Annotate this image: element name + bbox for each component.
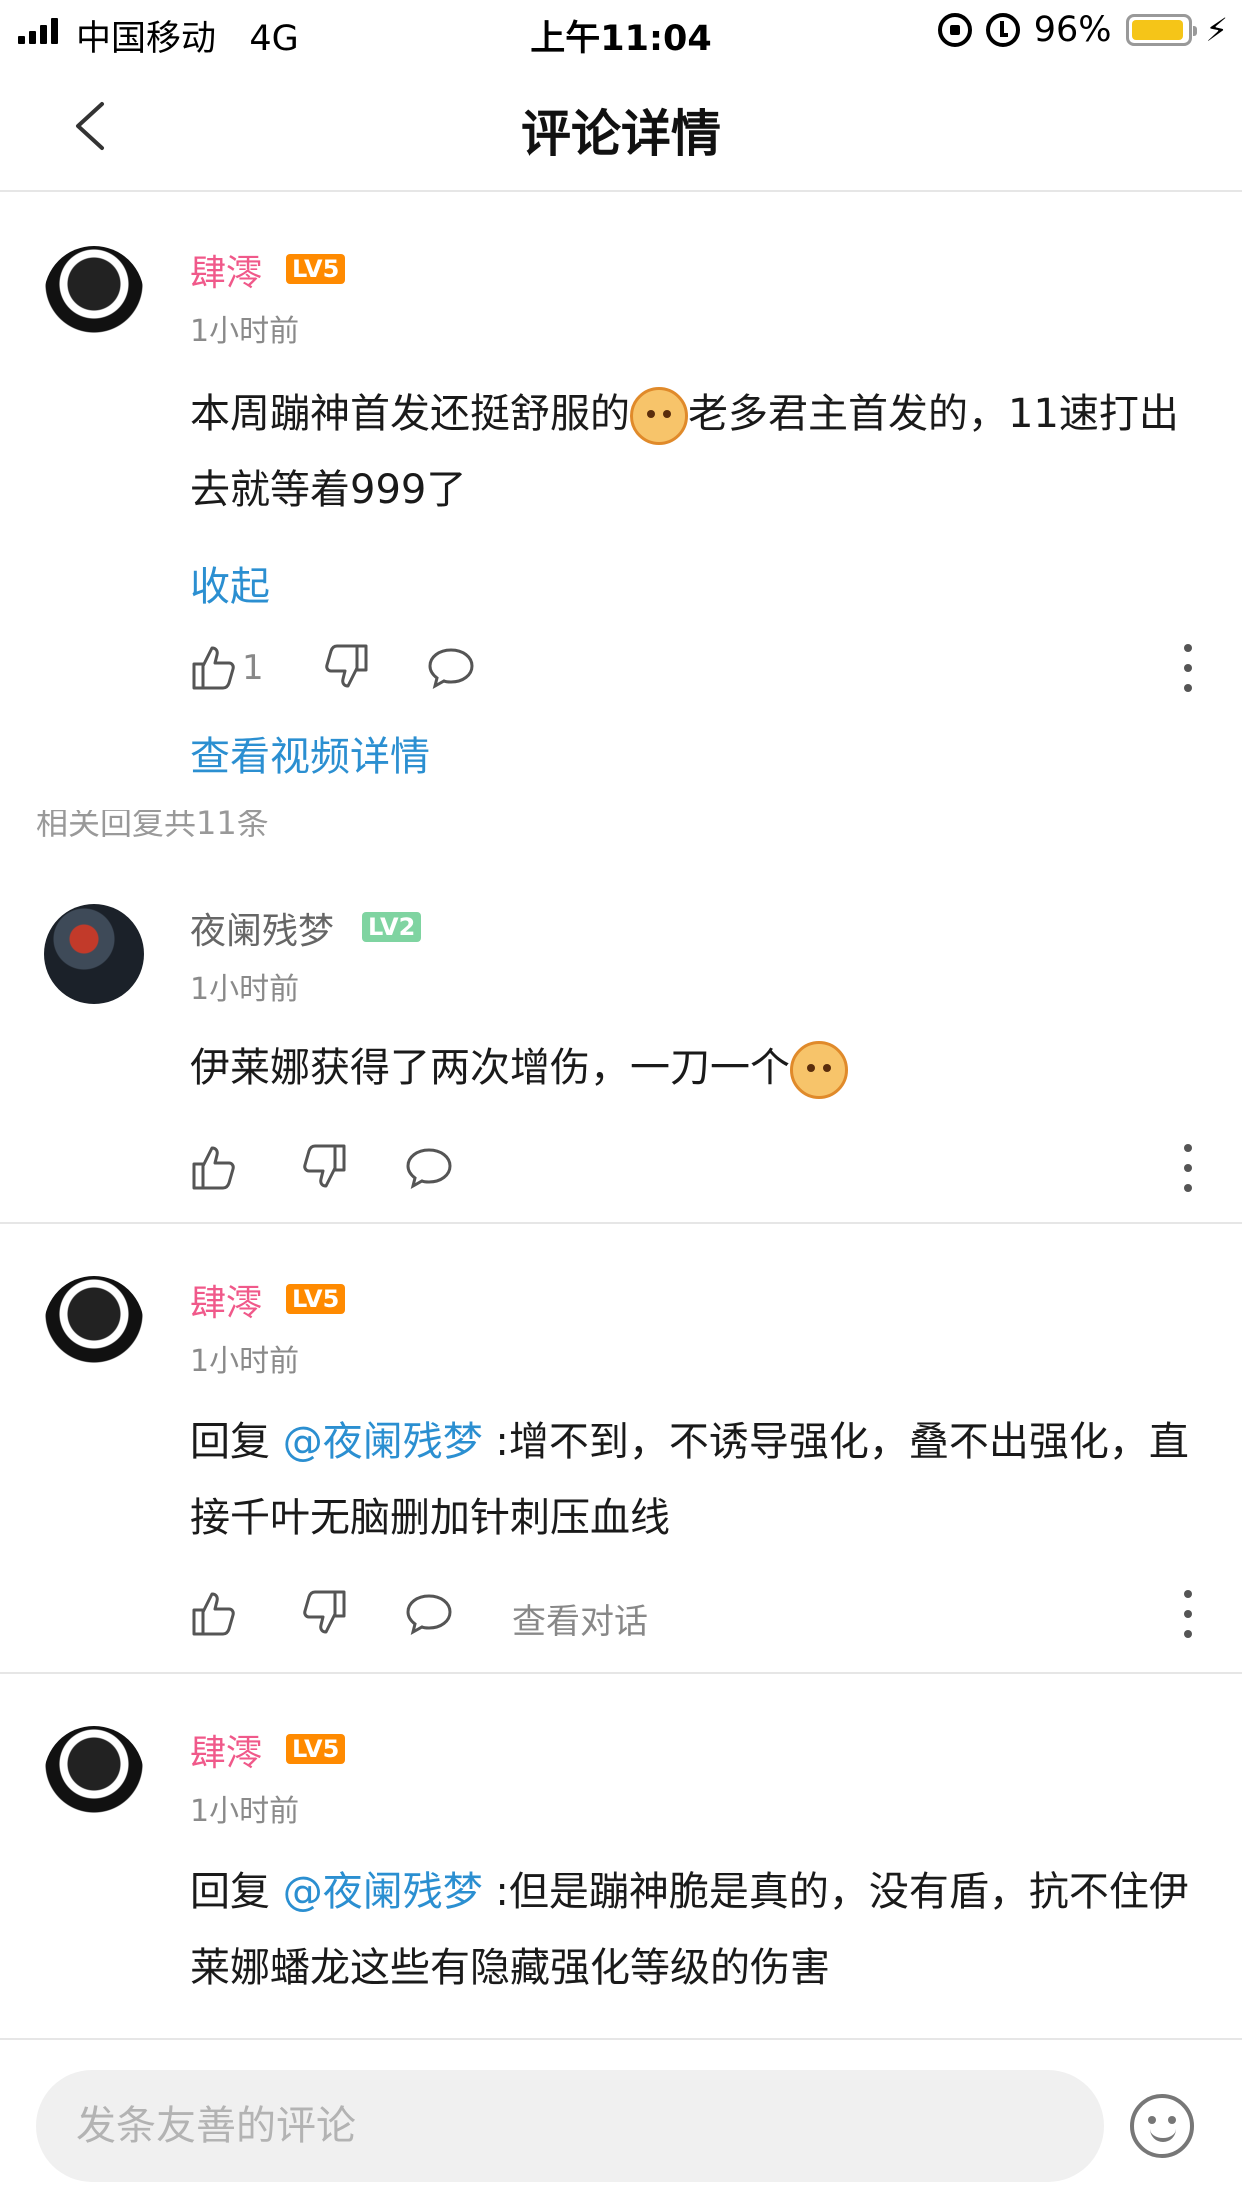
comment-bubble-icon [428, 648, 474, 689]
comment-actions [190, 1142, 1242, 1202]
thumbs-up-icon [192, 646, 235, 690]
comment-bubble-icon [406, 1148, 452, 1189]
more-options-icon[interactable] [1182, 1144, 1194, 1192]
avatar[interactable] [44, 246, 144, 346]
view-video-link[interactable]: 查看视频详情 [190, 724, 430, 782]
more-options-icon[interactable] [1182, 644, 1194, 692]
comment-actions: 1 [190, 642, 1242, 702]
thumbs-up-icon [192, 1146, 235, 1190]
laughing-dog-emoji-icon [790, 1041, 848, 1099]
username[interactable]: 肆澪 [190, 1724, 262, 1776]
emoji-picker-icon[interactable] [1130, 2094, 1194, 2158]
comment-text: 本周蹦神首发还挺舒服的 老多君主首发的，11速打出去就等着999了 [190, 376, 1190, 528]
comment-text: 回复 @夜阑残梦 :增不到，不诱导强化，叠不出强化，直接千叶无脑删加针刺压血线 [190, 1419, 1189, 1541]
level-badge: LV5 [286, 1734, 346, 1764]
dislike-button[interactable] [298, 1142, 348, 1192]
avatar[interactable] [44, 1726, 144, 1826]
thumbs-down-icon [303, 1590, 346, 1634]
comment-text: 回复 @夜阑残梦 :但是蹦神脆是真的，没有盾，抗不住伊莱娜蟠龙这些有隐藏强化等级… [190, 1869, 1189, 1991]
related-replies-count: 相关回复共11条 [36, 810, 269, 842]
comment-time: 1小时前 [190, 314, 300, 349]
dislike-button[interactable] [320, 642, 370, 692]
avatar[interactable] [44, 904, 144, 1004]
battery-percent: 96% [1033, 10, 1112, 50]
like-count: 1 [242, 648, 264, 688]
reply-button[interactable] [426, 642, 476, 692]
mention-link[interactable]: @夜阑残梦 [283, 1419, 483, 1465]
page-title: 评论详情 [521, 105, 721, 163]
like-button[interactable] [190, 1588, 240, 1638]
divider [0, 1222, 1242, 1224]
level-badge: LV5 [286, 1284, 346, 1314]
level-badge: LV5 [286, 254, 346, 284]
thumbs-down-icon [303, 1144, 346, 1188]
level-badge: LV2 [362, 912, 422, 942]
comment-input[interactable] [36, 2070, 1104, 2182]
divider [0, 1672, 1242, 1674]
more-options-icon[interactable] [1182, 1590, 1194, 1638]
comment-time: 1小时前 [190, 1344, 300, 1379]
nav-header: 评论详情 [0, 62, 1242, 192]
like-button[interactable] [190, 1142, 240, 1192]
charging-icon: ⚡ [1205, 11, 1228, 49]
avatar[interactable] [44, 1276, 144, 1376]
dog-emoji-icon [630, 387, 688, 445]
thumbs-up-icon [192, 1592, 235, 1636]
comment-time: 1小时前 [190, 972, 300, 1007]
comment-composer [0, 2038, 1242, 2208]
username[interactable]: 夜阑残梦 [190, 902, 334, 954]
alarm-icon [985, 13, 1020, 47]
dislike-button[interactable] [298, 1588, 348, 1638]
username[interactable]: 肆澪 [190, 1274, 262, 1326]
like-button[interactable]: 1 [190, 642, 264, 692]
battery-icon [1125, 14, 1197, 46]
thumbs-down-icon [325, 644, 368, 688]
reply-button[interactable] [404, 1588, 454, 1638]
rotation-lock-icon [937, 13, 972, 47]
comment-bubble-icon [406, 1594, 452, 1635]
mention-link[interactable]: @夜阑残梦 [283, 1869, 483, 1915]
comment-text: 伊莱娜获得了两次增伤，一刀一个 [190, 1030, 1190, 1106]
status-bar: 中国移动 4G 上午11:04 96% ⚡ [0, 0, 1242, 62]
collapse-link[interactable]: 收起 [190, 554, 270, 612]
view-conversation-link[interactable]: 查看对话 [512, 1594, 648, 1643]
comment-actions: 查看对话 [190, 1588, 1242, 1648]
comment-time: 1小时前 [190, 1794, 300, 1829]
username[interactable]: 肆澪 [190, 244, 262, 296]
reply-button[interactable] [404, 1142, 454, 1192]
